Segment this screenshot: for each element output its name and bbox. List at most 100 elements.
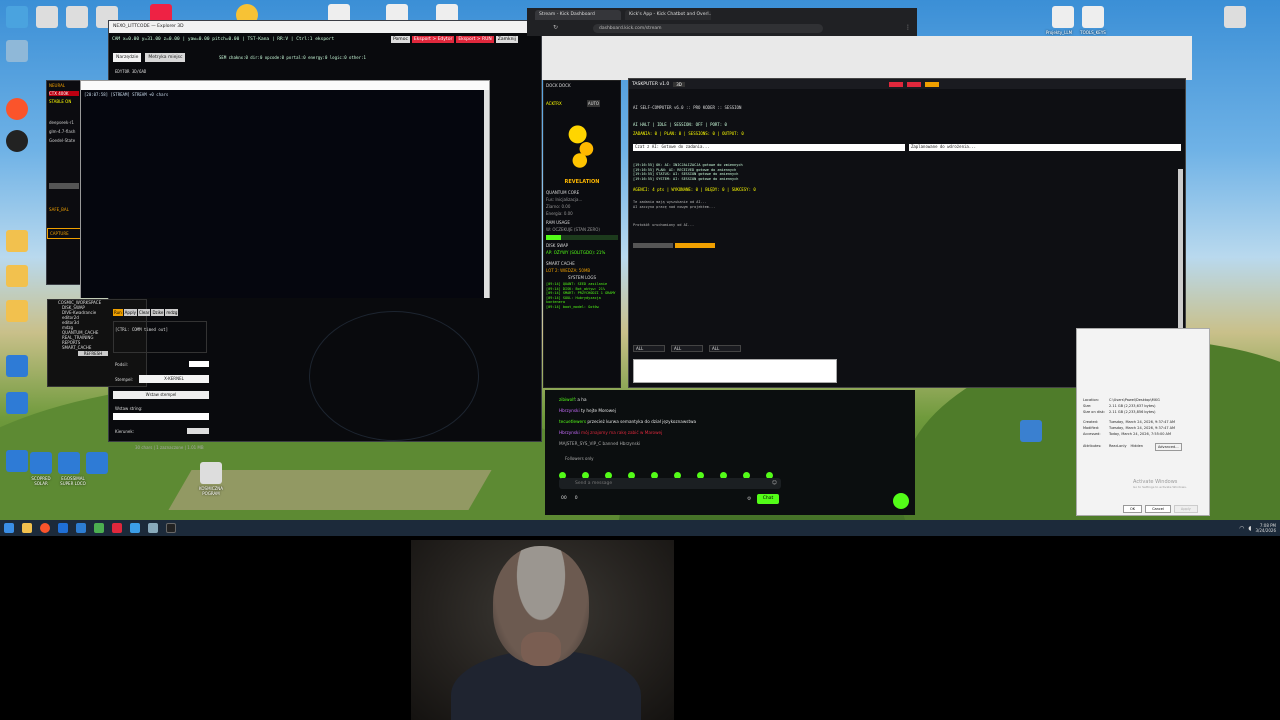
input-area[interactable] bbox=[633, 359, 837, 383]
apply-button[interactable]: Apply bbox=[1173, 505, 1198, 513]
app-icon[interactable] bbox=[58, 452, 80, 474]
folder-icon[interactable] bbox=[6, 355, 28, 377]
this-pc-icon[interactable] bbox=[6, 6, 28, 28]
kick-chat-panel: zibiwolf: a ha Hbrzynski ty hejte Morowe… bbox=[545, 390, 915, 515]
recycle-bin-icon[interactable] bbox=[6, 40, 28, 62]
panel-item[interactable]: SAFE_BAL bbox=[47, 205, 81, 214]
app-icon[interactable] bbox=[112, 523, 122, 533]
brave-icon[interactable] bbox=[40, 523, 50, 533]
tab-kicks-app[interactable]: Kick's App - Kick Chatbot and Overl... bbox=[625, 10, 711, 20]
tab-narzedzie[interactable]: Narzędzie bbox=[113, 53, 142, 62]
stream-text-area[interactable]: [20:07:58] [STREAM] STREAM +0 chars bbox=[81, 90, 485, 298]
hint1: Te zadania mają wyszukanie od AI... bbox=[633, 200, 707, 204]
tab-kick-dashboard[interactable]: Stream - Kick Dashboard bbox=[535, 10, 621, 20]
app-icon[interactable] bbox=[76, 523, 86, 533]
app-icon[interactable] bbox=[66, 6, 88, 28]
taskputer-status: AI HALT | IDLE | SESSION: OFF | PORT: 0 bbox=[633, 122, 727, 127]
panel-item[interactable]: CAPTURE bbox=[47, 228, 81, 239]
apply-button[interactable]: Apply bbox=[123, 309, 137, 316]
field-row: Accessed: Today, March 24, 2026, 7:55:00 … bbox=[1083, 432, 1171, 436]
chat-row: Czat z AI: Gotowe do zadania... Zaplanow… bbox=[629, 136, 1185, 151]
help-button[interactable]: Pomoc bbox=[391, 36, 410, 43]
stempel-select[interactable]: X-KERNEL bbox=[139, 375, 209, 383]
clock[interactable]: 7:08 PM 3/24/2026 bbox=[1255, 523, 1276, 533]
export-editor-button[interactable]: Eksport > Edytor bbox=[411, 36, 455, 43]
app-icon[interactable] bbox=[1224, 6, 1246, 28]
readonly-checkbox[interactable]: Read-only bbox=[1109, 443, 1127, 451]
ok-button[interactable]: OK bbox=[1123, 505, 1143, 513]
brave-icon[interactable] bbox=[6, 98, 28, 120]
github-icon[interactable] bbox=[6, 130, 28, 152]
chat-left-box[interactable]: Czat z AI: Gotowe do zadania... bbox=[633, 144, 905, 151]
refresh-button[interactable]: REFRESH bbox=[78, 351, 108, 356]
chat-message: Hbrzynski mój znajomy ma rakę zabić w Ma… bbox=[559, 427, 696, 438]
app-icon[interactable] bbox=[200, 462, 222, 484]
folder-icon[interactable] bbox=[6, 392, 28, 414]
cam-status: CAM x=0.00 y=31.00 z=0.00 | yaw=0.00 pit… bbox=[112, 37, 335, 42]
settings-icon[interactable]: ⚙ bbox=[747, 496, 751, 502]
filter-select[interactable]: ALL bbox=[671, 345, 703, 352]
advanced-button[interactable]: Advanced... bbox=[1154, 443, 1182, 451]
start-icon[interactable] bbox=[4, 523, 14, 533]
back-icon[interactable]: ↻ bbox=[553, 24, 558, 31]
top-badge[interactable] bbox=[888, 81, 903, 87]
scrollbar[interactable] bbox=[484, 90, 489, 298]
dock-line: RAM USAGE bbox=[546, 220, 570, 225]
chat-send-button[interactable]: Chat bbox=[757, 494, 779, 504]
tab-metryka[interactable]: Metryka miejsc bbox=[145, 53, 186, 62]
close-button[interactable]: Zamknij bbox=[495, 36, 518, 43]
kick-logo-icon[interactable] bbox=[893, 493, 909, 509]
editor-status-line: CAM x=0.00 y=31.00 z=0.00 | yaw=0.00 pit… bbox=[112, 37, 334, 42]
filter-select[interactable]: ALL bbox=[709, 345, 741, 352]
cancel-button[interactable]: Cancel bbox=[1145, 505, 1171, 513]
dzike-button[interactable]: Dzike bbox=[151, 309, 165, 316]
app-icon[interactable] bbox=[130, 523, 140, 533]
panel-item[interactable]: CTX 400K bbox=[49, 91, 79, 96]
app-icon[interactable] bbox=[58, 523, 68, 533]
terminal-icon[interactable] bbox=[166, 523, 176, 533]
mdzg-button[interactable]: mdzg bbox=[165, 309, 179, 316]
top-badge[interactable] bbox=[906, 81, 921, 87]
mode-badge[interactable]: 3D bbox=[673, 81, 685, 87]
folder-icon[interactable] bbox=[1052, 6, 1074, 28]
log-line: [09:14] SMART: PRZYCHODZI 1 GRAMY bbox=[546, 291, 616, 295]
app-icon[interactable] bbox=[1020, 420, 1042, 442]
volume-icon[interactable]: ◖ bbox=[1248, 525, 1251, 532]
folder-icon[interactable] bbox=[6, 300, 28, 322]
address-bar[interactable]: dashboard.kick.com/stream bbox=[593, 24, 823, 33]
chat-user: MAJSTER_SYS_VIP_C bbox=[559, 441, 602, 446]
attributes-row: Attributes: Read-only Hidden Advanced... bbox=[1083, 443, 1203, 451]
folder-icon[interactable] bbox=[6, 230, 28, 252]
dock-panel: DOCK DOCK ACKTRX AUTO REVELATION QUANTUM… bbox=[543, 80, 621, 388]
top-badge[interactable] bbox=[924, 81, 939, 87]
filter-select[interactable]: ALL bbox=[633, 345, 665, 352]
chat-right-box[interactable]: Zaplanowane do wdrożenia... bbox=[909, 144, 1181, 151]
message-input[interactable]: Send a message ☺ bbox=[559, 478, 781, 489]
export-run-button[interactable]: Eksport > RUN bbox=[456, 36, 494, 43]
dock-auto[interactable]: AUTO bbox=[586, 100, 601, 107]
app-icon[interactable] bbox=[148, 523, 158, 533]
folder-icon[interactable] bbox=[6, 265, 28, 287]
desktop-icon-label: TOOLS_KEYS bbox=[1080, 30, 1106, 35]
dock-tag[interactable]: ACKTRX bbox=[544, 99, 564, 108]
app-icon[interactable] bbox=[36, 6, 58, 28]
app-icon[interactable] bbox=[94, 523, 104, 533]
hidden-checkbox[interactable]: Hidden bbox=[1131, 443, 1143, 451]
panel-item: glm-4.7-flash bbox=[49, 129, 76, 134]
string-input[interactable] bbox=[113, 413, 209, 420]
insert-stamp-button[interactable]: Wstaw stempel bbox=[113, 391, 209, 399]
podsil-input[interactable] bbox=[189, 361, 209, 367]
run-button[interactable]: Run bbox=[113, 309, 123, 316]
folder-icon[interactable] bbox=[6, 450, 28, 472]
dock-header: DOCK DOCK bbox=[546, 83, 571, 88]
clear-button[interactable]: Clear bbox=[137, 309, 151, 316]
app-icon[interactable] bbox=[30, 452, 52, 474]
folder-icon[interactable] bbox=[1082, 6, 1104, 28]
wifi-icon[interactable]: ◠ bbox=[1239, 525, 1244, 532]
emoji-icon[interactable]: ☺ bbox=[772, 480, 777, 486]
folder-icon[interactable] bbox=[22, 523, 32, 533]
app-icon[interactable] bbox=[86, 452, 108, 474]
browser-menu-icon[interactable]: ⋮ bbox=[905, 24, 911, 31]
kierunek-select[interactable] bbox=[187, 428, 209, 434]
counter-b: 0 bbox=[574, 496, 578, 501]
